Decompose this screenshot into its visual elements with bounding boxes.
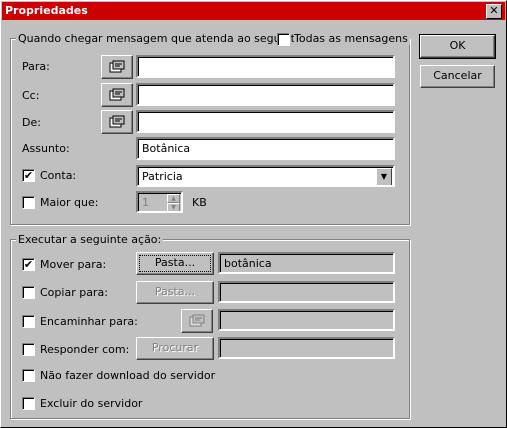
- mover-folder-button[interactable]: Pasta...: [136, 252, 214, 275]
- cc-label: Cc:: [22, 89, 40, 102]
- nao-download-checkbox[interactable]: [22, 369, 35, 382]
- copiar-folder-field[interactable]: [218, 281, 395, 303]
- para-label: Para:: [22, 60, 50, 73]
- nao-download-label: Não fazer download do servidor: [40, 369, 216, 382]
- de-label: De:: [22, 116, 41, 129]
- excluir-checkbox[interactable]: [22, 397, 35, 410]
- address-book-icon: [189, 314, 205, 327]
- maior-que-unit: KB: [192, 196, 207, 209]
- responder-field[interactable]: [218, 337, 395, 359]
- maior-que-checkbox[interactable]: [22, 196, 35, 209]
- actions-legend: Executar a seguinte ação:: [16, 233, 164, 246]
- encaminhar-label: Encaminhar para:: [40, 315, 138, 328]
- spin-up-icon[interactable]: ▲: [167, 194, 180, 203]
- assunto-input[interactable]: Botânica: [136, 137, 395, 160]
- cc-input[interactable]: [136, 83, 395, 106]
- close-button[interactable]: ✕: [486, 4, 502, 19]
- address-book-icon: [109, 115, 125, 128]
- title-bar[interactable]: Propriedades ✕: [2, 2, 505, 20]
- mover-checkbox[interactable]: ✔: [22, 258, 35, 271]
- chevron-down-icon[interactable]: ▼: [376, 168, 392, 185]
- conta-select[interactable]: Patricia ▼: [136, 165, 395, 187]
- address-book-icon: [109, 88, 125, 101]
- maior-que-stepper[interactable]: 1 ▲ ▼: [136, 191, 183, 213]
- conta-checkbox[interactable]: ✔: [22, 169, 35, 182]
- de-input[interactable]: [136, 110, 395, 133]
- spin-down-icon[interactable]: ▼: [167, 203, 180, 211]
- encaminhar-field[interactable]: [218, 309, 395, 331]
- maior-que-label: Maior que:: [40, 196, 99, 209]
- mover-folder-field[interactable]: botânica: [218, 252, 395, 274]
- para-address-book-button[interactable]: [101, 55, 133, 79]
- procurar-button[interactable]: Procurar: [136, 337, 214, 360]
- cc-address-book-button[interactable]: [101, 83, 133, 107]
- responder-label: Responder com:: [40, 343, 130, 356]
- encaminhar-checkbox[interactable]: [22, 315, 35, 328]
- copiar-folder-button[interactable]: Pasta...: [136, 281, 214, 304]
- conta-label: Conta:: [40, 169, 77, 182]
- all-messages-checkbox[interactable]: [277, 33, 290, 46]
- cancel-button[interactable]: Cancelar: [420, 65, 495, 88]
- conditions-legend: Quando chegar mensagem que atenda ao seg…: [16, 32, 308, 45]
- ok-button[interactable]: OK: [419, 34, 496, 59]
- all-messages-label: Todas as mensagens: [294, 32, 410, 45]
- encaminhar-address-book-button[interactable]: [181, 309, 213, 333]
- maior-que-value: 1: [142, 196, 149, 209]
- copiar-label: Copiar para:: [40, 286, 108, 299]
- para-input[interactable]: [136, 55, 395, 78]
- de-address-book-button[interactable]: [101, 110, 133, 134]
- conta-select-value: Patricia: [142, 170, 183, 183]
- excluir-label: Excluir do servidor: [40, 397, 143, 410]
- responder-checkbox[interactable]: [22, 343, 35, 356]
- mover-label: Mover para:: [40, 258, 107, 271]
- copiar-checkbox[interactable]: [22, 286, 35, 299]
- window-title: Propriedades: [5, 4, 88, 17]
- assunto-label: Assunto:: [22, 142, 70, 155]
- address-book-icon: [109, 60, 125, 73]
